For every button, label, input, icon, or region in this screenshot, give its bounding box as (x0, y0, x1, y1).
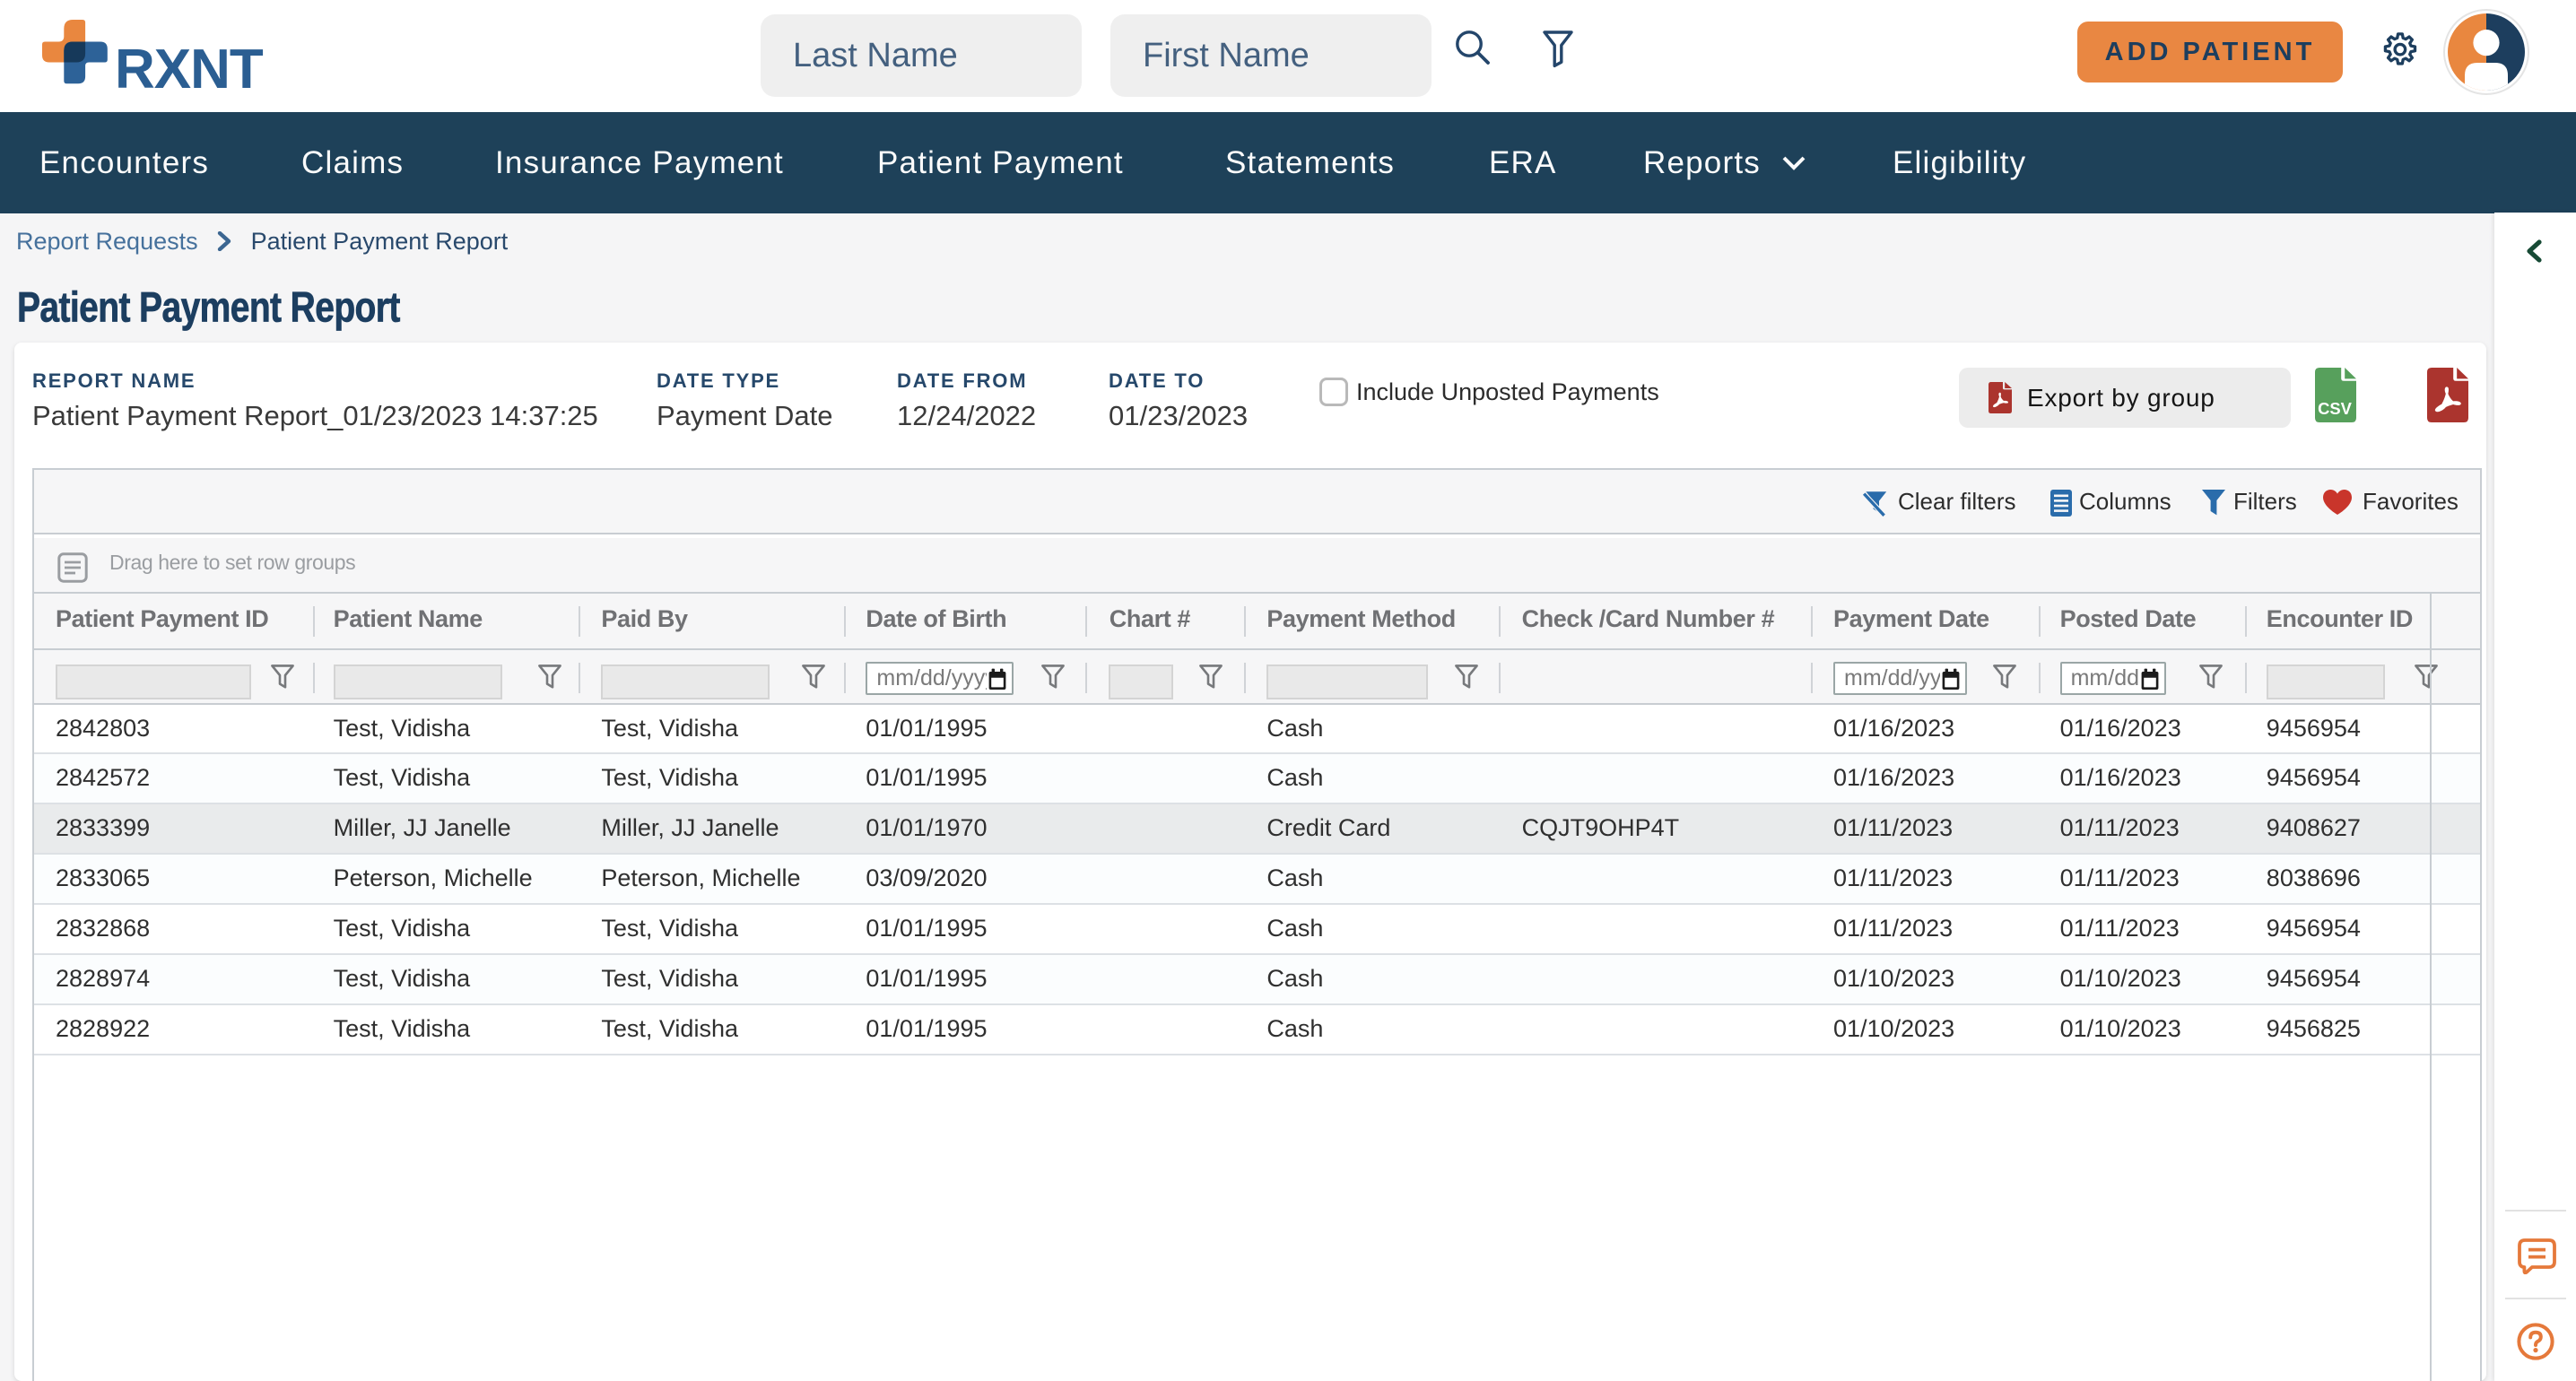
svg-text:CSV: CSV (2318, 399, 2353, 418)
